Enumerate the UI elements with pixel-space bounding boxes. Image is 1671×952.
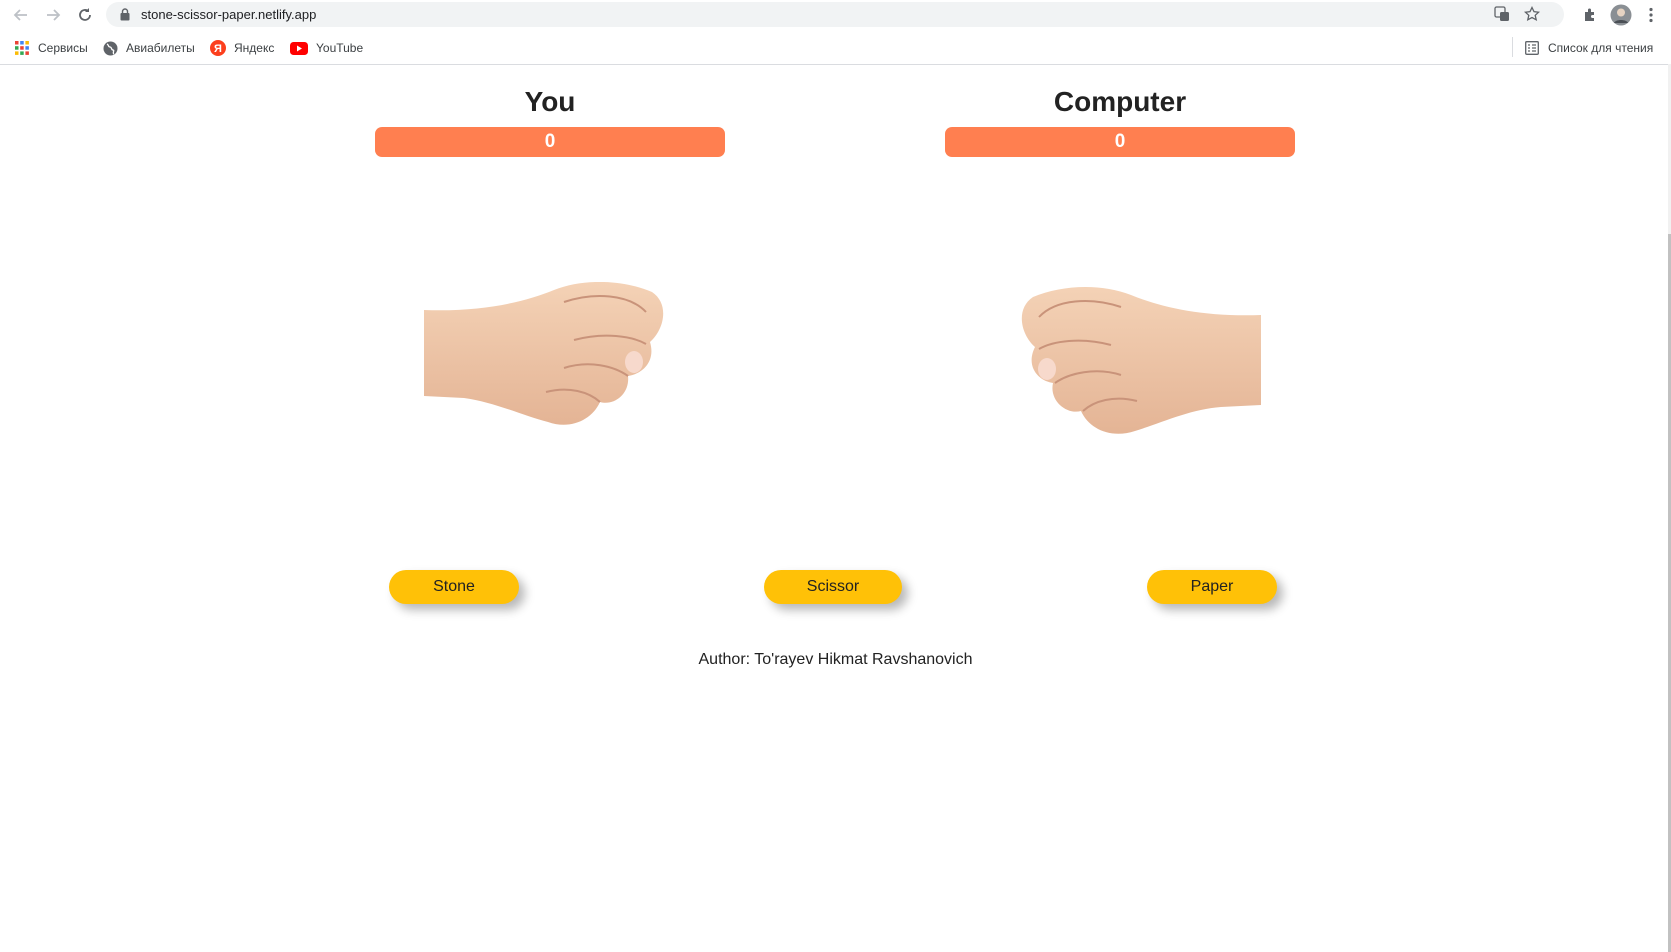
translate-icon [1494, 6, 1509, 21]
player-fist-image [424, 282, 664, 425]
bookmarks-bar: Сервисы Авиабилеты Я Яндекс YouTube Спис… [0, 31, 1671, 65]
bookmark-flights[interactable]: Авиабилеты [102, 39, 195, 57]
bookmarks-divider [1512, 37, 1513, 57]
extensions-button[interactable] [1580, 5, 1600, 25]
back-button[interactable] [10, 4, 32, 26]
globe-icon [102, 40, 118, 56]
kebab-menu-icon [1649, 7, 1653, 23]
lock-icon [120, 8, 130, 21]
bookmark-youtube[interactable]: YouTube [290, 39, 363, 57]
svg-text:Я: Я [214, 43, 222, 55]
author-credit: Author: To'rayev Hikmat Ravshanovich [698, 651, 973, 668]
reading-list-icon [1524, 40, 1540, 56]
address-bar[interactable]: stone-scissor-paper.netlify.app [106, 2, 1564, 27]
player-score: 0 [375, 127, 725, 157]
reading-list-label: Список для чтения [1548, 41, 1654, 55]
player-title: You [524, 86, 576, 117]
star-icon [1524, 6, 1540, 22]
arrow-left-icon [13, 9, 27, 21]
youtube-icon [290, 40, 308, 56]
profile-avatar[interactable] [1610, 4, 1632, 26]
bookmark-yandex[interactable]: Я Яндекс [210, 39, 274, 57]
bookmark-label: Авиабилеты [126, 41, 195, 55]
bookmark-services[interactable]: Сервисы [14, 39, 88, 57]
browser-toolbar: stone-scissor-paper.netlify.app [0, 0, 1671, 29]
avatar-icon [1610, 4, 1632, 26]
menu-button[interactable] [1641, 5, 1661, 25]
reload-button[interactable] [74, 4, 96, 26]
arrow-right-icon [47, 9, 61, 21]
computer-title: Computer [1053, 86, 1187, 117]
bookmark-label: YouTube [316, 41, 364, 55]
url-text: stone-scissor-paper.netlify.app [141, 7, 317, 22]
computer-fist-image [1021, 286, 1261, 434]
reading-list-button[interactable]: Список для чтения [1524, 39, 1653, 57]
scissor-button[interactable]: Scissor [764, 570, 902, 604]
apps-grid-icon [14, 40, 30, 56]
bookmark-label: Сервисы [38, 41, 88, 55]
paper-button[interactable]: Paper [1147, 570, 1277, 604]
yandex-icon: Я [210, 40, 226, 56]
reload-icon [79, 8, 91, 21]
bookmark-star-button[interactable] [1522, 4, 1542, 24]
translate-button[interactable] [1492, 4, 1512, 24]
stone-button[interactable]: Stone [389, 570, 519, 604]
bookmark-label: Яндекс [234, 41, 275, 55]
computer-score: 0 [945, 127, 1295, 157]
puzzle-icon [1585, 8, 1594, 21]
forward-button[interactable] [42, 4, 64, 26]
